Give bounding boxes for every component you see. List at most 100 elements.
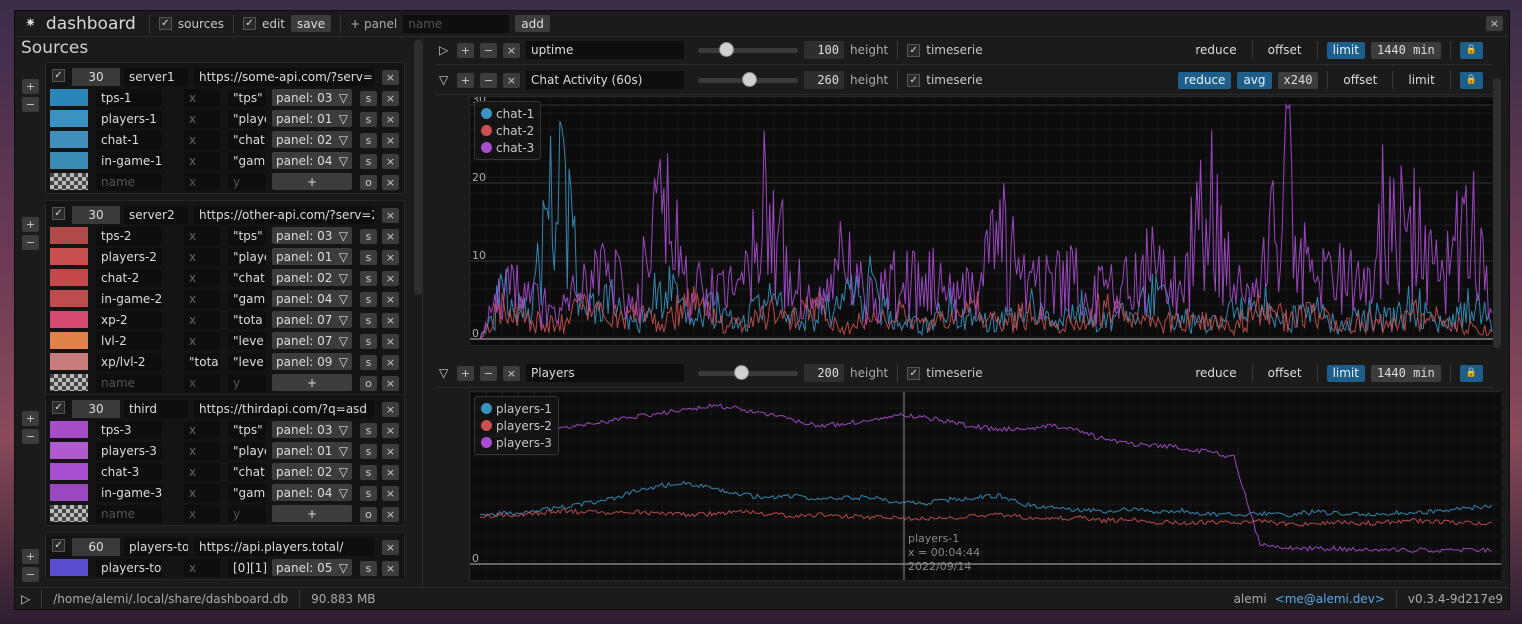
- panel-title-input[interactable]: Players: [526, 364, 684, 382]
- metric-panel-select[interactable]: panel: 02 ▽: [272, 269, 352, 286]
- timeserie-checkbox[interactable]: ✓: [907, 366, 921, 380]
- metric-name-field[interactable]: xp/lvl-2: [96, 353, 162, 371]
- source-name-field[interactable]: third: [124, 400, 188, 418]
- metric-panel-select[interactable]: panel: 01 ▽: [272, 442, 352, 459]
- metric-settings-button[interactable]: s: [360, 444, 377, 459]
- legend-item[interactable]: players-2: [481, 417, 552, 434]
- remove-new-metric-button[interactable]: ×: [382, 175, 399, 190]
- metric-y-field[interactable]: "tps": [228, 227, 266, 245]
- remove-metric-button[interactable]: ×: [382, 154, 399, 169]
- source-enabled-checkbox[interactable]: ✓: [52, 401, 65, 414]
- add-panel-button[interactable]: +: [457, 365, 474, 381]
- height-value-field[interactable]: 200: [804, 364, 844, 382]
- panels-scrollbar[interactable]: [1493, 78, 1501, 348]
- sources-checkbox[interactable]: ✓: [158, 17, 172, 30]
- metric-color-swatch[interactable]: [50, 559, 88, 576]
- metric-x-field[interactable]: x: [184, 110, 220, 128]
- add-source-icon[interactable]: +: [22, 79, 39, 94]
- metric-settings-button[interactable]: s: [360, 229, 377, 244]
- metric-y-field[interactable]: "playe: [228, 110, 266, 128]
- new-metric-x-input[interactable]: x: [184, 374, 220, 392]
- new-metric-y-input[interactable]: y: [228, 374, 266, 392]
- metric-y-field[interactable]: [0][1]: [228, 559, 266, 577]
- metric-settings-button[interactable]: s: [360, 112, 377, 127]
- height-value-field[interactable]: 260: [804, 71, 844, 89]
- metric-x-field[interactable]: x: [184, 269, 220, 287]
- add-metric-button[interactable]: +: [272, 173, 352, 190]
- author-email-link[interactable]: <me@alemi.dev>: [1275, 592, 1385, 606]
- sidebar-scrollbar[interactable]: [414, 40, 422, 295]
- metric-option-button[interactable]: o: [360, 175, 377, 190]
- metric-color-swatch[interactable]: [50, 227, 88, 244]
- metric-x-field[interactable]: x: [184, 442, 220, 460]
- metric-panel-select[interactable]: panel: 04 ▽: [272, 290, 352, 307]
- metric-color-swatch[interactable]: [50, 353, 88, 370]
- metric-x-field[interactable]: x: [184, 290, 220, 308]
- remove-metric-button[interactable]: ×: [382, 444, 399, 459]
- height-slider[interactable]: [698, 364, 798, 382]
- metric-x-field[interactable]: x: [184, 559, 220, 577]
- save-button[interactable]: save: [291, 15, 332, 32]
- collapse-panel-icon[interactable]: ▽: [439, 73, 451, 87]
- collapse-panel-icon[interactable]: ▽: [439, 366, 451, 380]
- new-metric-name-input[interactable]: name: [96, 173, 162, 191]
- metric-color-swatch[interactable]: [50, 421, 88, 438]
- close-panel-button[interactable]: ×: [503, 72, 520, 88]
- offset-toggle[interactable]: offset: [1262, 42, 1308, 59]
- metric-y-field[interactable]: "chat: [228, 463, 266, 481]
- new-metric-color-swatch[interactable]: [50, 505, 88, 522]
- metric-settings-button[interactable]: s: [360, 334, 377, 349]
- remove-metric-button[interactable]: ×: [382, 423, 399, 438]
- source-enabled-checkbox[interactable]: ✓: [52, 69, 65, 82]
- metric-panel-select[interactable]: panel: 07 ▽: [272, 332, 352, 349]
- remove-metric-button[interactable]: ×: [382, 112, 399, 127]
- timeserie-checkbox[interactable]: ✓: [907, 73, 921, 87]
- metric-x-field[interactable]: x: [184, 89, 220, 107]
- panel-title-input[interactable]: Chat Activity (60s): [526, 71, 684, 89]
- lock-icon[interactable]: 🔒: [1459, 364, 1483, 382]
- metric-name-field[interactable]: in-game-1: [96, 152, 162, 170]
- offset-toggle[interactable]: offset: [1262, 365, 1308, 382]
- metric-name-field[interactable]: chat-2: [96, 269, 162, 287]
- add-panel-button[interactable]: +: [457, 42, 474, 58]
- metric-color-swatch[interactable]: [50, 131, 88, 148]
- remove-source-button[interactable]: ×: [382, 208, 399, 223]
- legend-item[interactable]: chat-1: [481, 105, 534, 122]
- metric-name-field[interactable]: chat-3: [96, 463, 162, 481]
- metric-y-field[interactable]: "gam: [228, 290, 266, 308]
- metric-panel-select[interactable]: panel: 04 ▽: [272, 152, 352, 169]
- timeserie-checkbox[interactable]: ✓: [907, 43, 921, 57]
- remove-metric-button[interactable]: ×: [382, 271, 399, 286]
- metric-settings-button[interactable]: s: [360, 271, 377, 286]
- remove-metric-button[interactable]: ×: [382, 229, 399, 244]
- height-value-field[interactable]: 100: [804, 41, 844, 59]
- source-interval-field[interactable]: 30: [72, 206, 120, 224]
- close-panel-button[interactable]: ×: [503, 365, 520, 381]
- close-icon[interactable]: ×: [1486, 16, 1503, 31]
- metric-color-swatch[interactable]: [50, 463, 88, 480]
- metric-y-field[interactable]: "playe: [228, 442, 266, 460]
- source-name-field[interactable]: server1: [124, 68, 188, 86]
- metric-panel-select[interactable]: panel: 03 ▽: [272, 227, 352, 244]
- remove-metric-button[interactable]: ×: [382, 292, 399, 307]
- remove-metric-button[interactable]: ×: [382, 91, 399, 106]
- slider-knob[interactable]: [734, 365, 749, 380]
- expand-panel-icon[interactable]: ▷: [439, 43, 451, 57]
- metric-panel-select[interactable]: panel: 05 ▽: [272, 559, 352, 576]
- metric-panel-select[interactable]: panel: 09 ▽: [272, 353, 352, 370]
- chart-plot-1[interactable]: 0 players-1 players-2 players-3 players-1 x =…: [469, 391, 1501, 581]
- limit-value-field[interactable]: 1440 min: [1370, 364, 1441, 382]
- metric-settings-button[interactable]: s: [360, 423, 377, 438]
- metric-y-field[interactable]: "chat: [228, 269, 266, 287]
- legend-item[interactable]: players-1: [481, 400, 552, 417]
- metric-color-swatch[interactable]: [50, 110, 88, 127]
- metric-name-field[interactable]: chat-1: [96, 131, 162, 149]
- legend-item[interactable]: players-3: [481, 434, 552, 451]
- source-url-field[interactable]: https://other-api.com/?serv=2: [194, 206, 374, 224]
- metric-y-field[interactable]: "chat: [228, 131, 266, 149]
- metric-settings-button[interactable]: s: [360, 561, 377, 576]
- add-source-icon[interactable]: +: [22, 411, 39, 426]
- metric-color-swatch[interactable]: [50, 442, 88, 459]
- source-interval-field[interactable]: 30: [72, 400, 120, 418]
- reduce-mode-select[interactable]: avg: [1237, 71, 1272, 89]
